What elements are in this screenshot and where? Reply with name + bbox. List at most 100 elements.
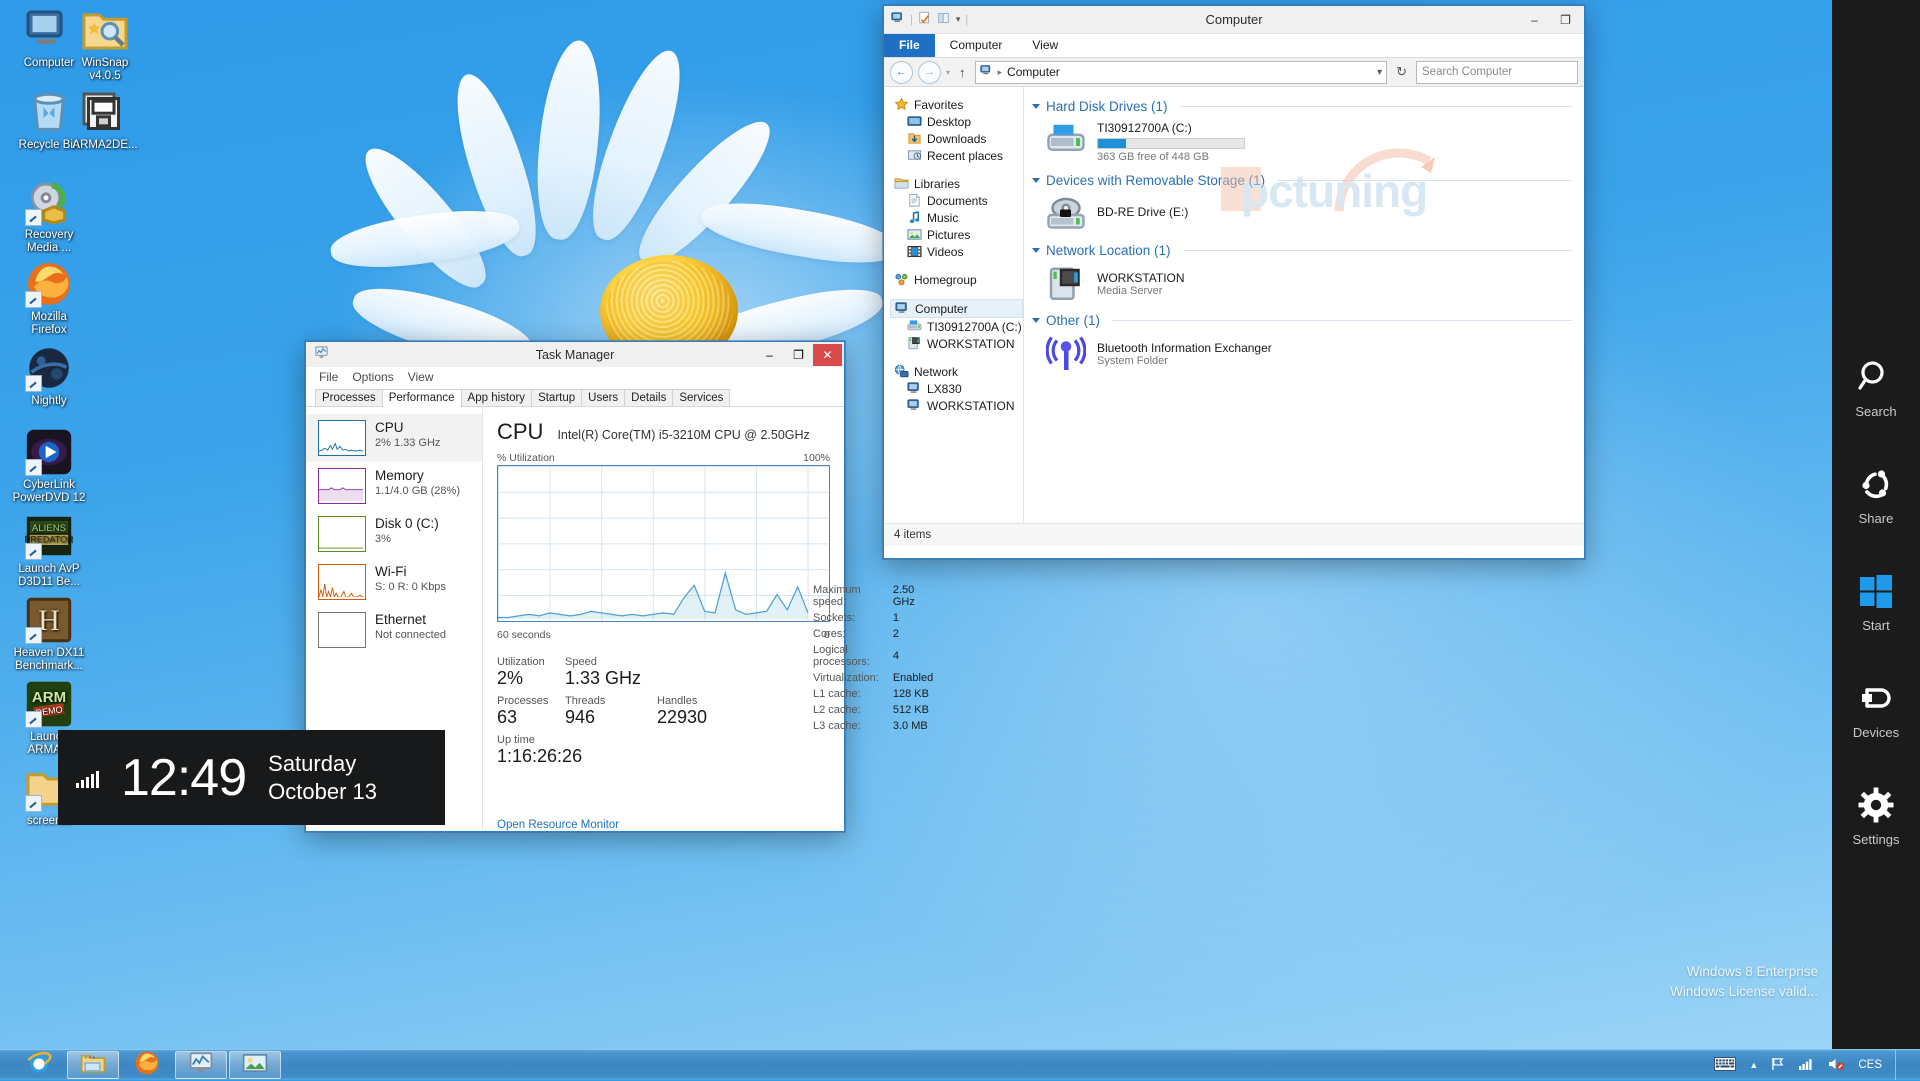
resource-item-memory[interactable]: Memory 1.1/4.0 GB (28%) [306, 462, 482, 510]
menu-file[interactable]: File [319, 370, 338, 384]
charm-settings[interactable]: Settings [1832, 782, 1920, 847]
nav-item-homegroup[interactable]: Homegroup [890, 271, 1023, 288]
explorer-content-pane[interactable]: pctuning Hard Disk Drives (1) TI30912700A… [1024, 87, 1584, 523]
charm-search[interactable]: Search [1832, 354, 1920, 419]
recent-locations-icon[interactable]: ▾ [946, 68, 950, 77]
resource-item-disk-0--c--[interactable]: Disk 0 (C:) 3% [306, 510, 482, 558]
show-desktop-button[interactable] [1895, 1050, 1906, 1080]
forward-button[interactable]: → [918, 60, 941, 84]
keyboard-icon[interactable] [1714, 1056, 1737, 1074]
desktop-icon-nightly[interactable]: Nightly [6, 344, 92, 408]
menu-options[interactable]: Options [352, 370, 393, 384]
content-group-header[interactable]: Devices with Removable Storage (1) [1032, 173, 1584, 188]
maximize-button[interactable]: ❐ [1551, 9, 1580, 31]
resource-item-ethernet[interactable]: Ethernet Not connected [306, 606, 482, 654]
navigation-pane[interactable]: Favorites Desktop Downloads Recent places Li… [884, 87, 1024, 523]
tab-services[interactable]: Services [672, 389, 731, 406]
explorer-window-buttons[interactable]: – ❐ [1520, 6, 1580, 33]
content-group-header[interactable]: Other (1) [1032, 313, 1584, 328]
collapse-triangle-icon[interactable] [1032, 104, 1040, 109]
flag-icon[interactable] [1771, 1057, 1786, 1074]
tab-processes[interactable]: Processes [315, 389, 383, 406]
nav-item-favorites[interactable]: Favorites [890, 96, 1023, 113]
taskbar-button-file-explorer[interactable] [67, 1051, 119, 1079]
explorer-address-row[interactable]: ← → ▾ ↑ ▸ Computer ▾ ↻ Search Computer [884, 58, 1584, 87]
taskmgr-window-buttons[interactable]: – ❐ ✕ [755, 342, 842, 367]
desktop-icon-winsnap-folder[interactable]: WinSnap v4.0.5 [62, 6, 148, 83]
taskbar-button-photo-viewer[interactable] [229, 1051, 281, 1079]
collapse-triangle-icon[interactable] [1032, 248, 1040, 253]
tab-details[interactable]: Details [624, 389, 674, 406]
language-indicator[interactable]: CES [1858, 1059, 1882, 1071]
devices-icon[interactable] [1832, 675, 1920, 721]
maximize-button[interactable]: ❐ [784, 344, 813, 366]
breadcrumb-current[interactable]: Computer [1007, 65, 1060, 79]
charm-start[interactable]: Start [1832, 568, 1920, 633]
explorer-title-bar[interactable]: | ▾ | Computer – ❐ [884, 6, 1584, 34]
nav-item-workstation[interactable]: WORKSTATION [890, 335, 1023, 352]
nav-item-lx830[interactable]: LX830 [890, 380, 1023, 397]
back-button[interactable]: ← [890, 60, 913, 84]
taskbar-button-internet-explorer[interactable] [13, 1051, 65, 1079]
tab-app-history[interactable]: App history [460, 389, 533, 406]
desktop-icon-recovery-media[interactable]: Recovery Media ... [6, 178, 92, 255]
charm-share[interactable]: Share [1832, 461, 1920, 526]
taskbar-button-firefox[interactable] [121, 1051, 173, 1079]
taskmgr-menu-bar[interactable]: File Options View [306, 367, 844, 386]
resource-item-cpu[interactable]: CPU 2% 1.33 GHz [306, 414, 482, 462]
address-dropdown-icon[interactable]: ▾ [1377, 67, 1382, 78]
windows-start-icon[interactable] [1832, 568, 1920, 614]
drive-item[interactable]: WORKSTATION Media Server [1032, 263, 1584, 309]
close-button[interactable]: ✕ [813, 343, 842, 366]
resource-item-wi-fi[interactable]: Wi-Fi S: 0 R: 0 Kbps [306, 558, 482, 606]
menu-view[interactable]: View [408, 370, 434, 384]
nav-item-network[interactable]: Network [890, 363, 1023, 380]
taskmgr-tab-strip[interactable]: Processes Performance App history Startup Us… [306, 386, 844, 407]
up-button[interactable]: ↑ [955, 65, 970, 80]
nav-item-desktop[interactable]: Desktop [890, 113, 1023, 130]
address-bar[interactable]: ▸ Computer ▾ [974, 60, 1388, 84]
tab-performance[interactable]: Performance [381, 389, 462, 407]
open-resource-monitor-link[interactable]: Open Resource Monitor [497, 819, 619, 831]
content-group-header[interactable]: Network Location (1) [1032, 243, 1584, 258]
drive-item[interactable]: Bluetooth Information Exchanger System Fo… [1032, 333, 1584, 379]
search-icon[interactable] [1832, 354, 1920, 400]
collapse-triangle-icon[interactable] [1032, 318, 1040, 323]
desktop-icon-powerdvd[interactable]: CyberLink PowerDVD 12 [6, 428, 92, 505]
gear-icon[interactable] [1832, 782, 1920, 828]
nav-item-pictures[interactable]: Pictures [890, 226, 1023, 243]
refresh-icon[interactable]: ↻ [1392, 64, 1411, 80]
desktop-icon-firefox[interactable]: Mozilla Firefox [6, 260, 92, 337]
nav-item-downloads[interactable]: Downloads [890, 130, 1023, 147]
taskmgr-title-bar[interactable]: Task Manager – ❐ ✕ [306, 342, 844, 367]
drive-item[interactable]: TI30912700A (C:) 363 GB free of 448 GB [1032, 119, 1584, 169]
tab-startup[interactable]: Startup [531, 389, 583, 406]
drive-item[interactable]: BD-RE Drive (E:) [1032, 193, 1584, 239]
minimize-button[interactable]: – [1520, 9, 1549, 31]
desktop-icon-floppy-stack[interactable]: ARMA2DE... [62, 88, 148, 152]
nav-item-documents[interactable]: Documents [890, 192, 1023, 209]
ribbon-tab-view[interactable]: View [1017, 34, 1073, 57]
file-explorer-window[interactable]: | ▾ | Computer – ❐ File Computer View ← → … [883, 5, 1585, 559]
nav-item-recent-places[interactable]: Recent places [890, 147, 1023, 164]
content-group-header[interactable]: Hard Disk Drives (1) [1032, 99, 1584, 114]
nav-item-music[interactable]: Music [890, 209, 1023, 226]
tab-users[interactable]: Users [581, 389, 626, 406]
desktop-icon-heaven[interactable]: H Heaven DX11 Benchmark... [6, 596, 92, 673]
charms-bar[interactable]: Search Share Start Devices Settings [1832, 0, 1920, 1050]
chevron-up-icon[interactable]: ▲ [1749, 1060, 1758, 1070]
nav-item-libraries[interactable]: Libraries [890, 175, 1023, 192]
search-input[interactable]: Search Computer [1416, 60, 1578, 84]
taskbar-buttons[interactable] [0, 1051, 282, 1079]
nav-item-computer[interactable]: Computer [890, 299, 1023, 318]
desktop-icon-avp[interactable]: ALIENS PREDATOR Launch AvP D3D11 Be... [6, 512, 92, 589]
speaker-muted-icon[interactable] [1828, 1057, 1845, 1074]
nav-item-videos[interactable]: Videos [890, 243, 1023, 260]
taskbar[interactable]: ▲ CES [0, 1049, 1920, 1080]
signal-bars-icon[interactable] [1799, 1057, 1815, 1073]
share-icon[interactable] [1832, 461, 1920, 507]
collapse-triangle-icon[interactable] [1032, 178, 1040, 183]
explorer-ribbon-tabs[interactable]: File Computer View [884, 34, 1584, 58]
taskbar-button-task-manager[interactable] [175, 1051, 227, 1079]
ribbon-tab-file[interactable]: File [884, 34, 935, 57]
